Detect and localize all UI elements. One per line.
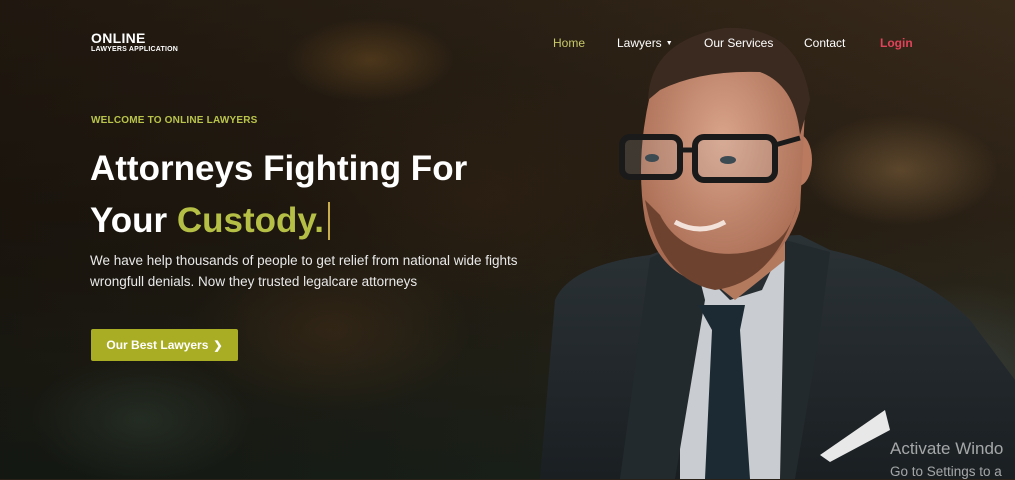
nav-our-services-label: Our Services [704, 36, 774, 50]
hero-title-highlight: Custody. [176, 201, 324, 240]
lawyer-photo [540, 27, 1015, 479]
nav-home-label: Home [553, 36, 586, 50]
nav-lawyers-label: Lawyers [617, 36, 662, 50]
logo-sub-text: LAWYERS APPLICATION [91, 46, 179, 53]
nav-login-label: Login [880, 36, 913, 50]
nav-our-services[interactable]: Our Services [704, 36, 773, 50]
activate-windows-watermark: Activate Windo Go to Settings to a [890, 439, 1003, 480]
hero-title-line2-prefix: Your [90, 201, 177, 240]
watermark-line1: Activate Windo [890, 439, 1004, 458]
hero-kicker: WELCOME TO ONLINE LAWYERS [91, 115, 258, 126]
nav-login[interactable]: Login [880, 36, 913, 50]
nav-lawyers[interactable]: Lawyers ▼ [617, 36, 673, 50]
hero-description: We have help thousands of people to get … [90, 253, 518, 289]
site-logo[interactable]: ONLINE LAWYERS APPLICATION [91, 31, 178, 54]
nav-contact-label: Contact [804, 36, 846, 50]
our-best-lawyers-button[interactable]: Our Best Lawyers ❯ [91, 329, 238, 361]
nav-contact[interactable]: Contact [804, 36, 845, 50]
typing-cursor [328, 202, 330, 240]
nav-home[interactable]: Home [553, 36, 585, 50]
hero-title-line1: Attorneys Fighting For [90, 149, 468, 188]
watermark-line2: Go to Settings to a [890, 464, 1002, 479]
caret-down-icon: ▼ [665, 40, 673, 47]
chevron-right-icon: ❯ [213, 339, 223, 352]
logo-main-text: ONLINE [91, 30, 146, 46]
cta-label: Our Best Lawyers [106, 338, 209, 352]
hero-title: Attorneys Fighting For Your Custody. [90, 143, 467, 247]
